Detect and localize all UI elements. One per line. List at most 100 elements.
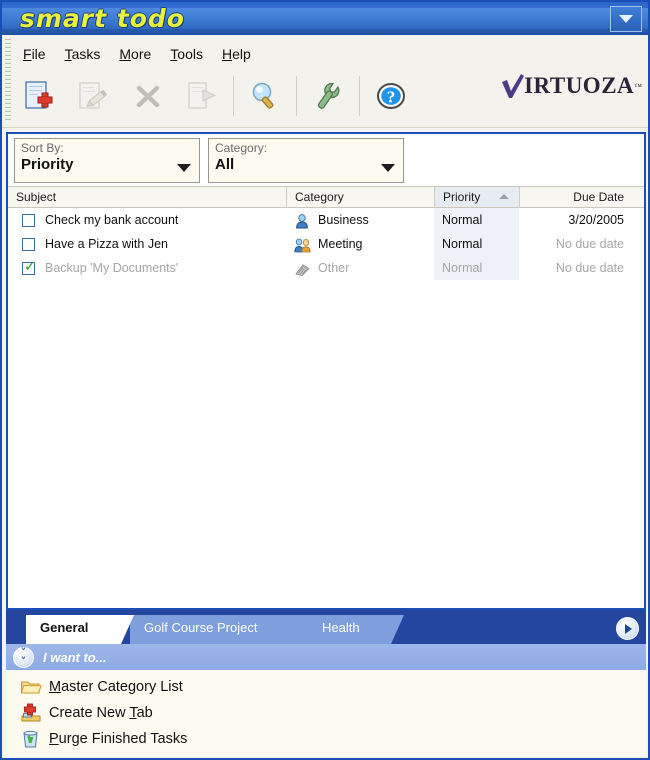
help-button[interactable]: ? <box>365 72 417 120</box>
find-button[interactable] <box>239 72 291 120</box>
row-subject-cell: Have a Pizza with Jen <box>8 232 286 256</box>
toolbar-separator <box>296 76 297 116</box>
row-category-cell: Business <box>286 208 434 232</box>
title-bar-menu-button[interactable] <box>610 6 642 32</box>
create-new-tab-action[interactable]: Create New Tab <box>20 700 646 726</box>
tab-health[interactable]: Health <box>308 615 404 644</box>
tool-bar: ? <box>14 71 417 121</box>
sort-by-dropdown[interactable]: Sort By: Priority <box>14 138 200 183</box>
column-header-subject[interactable]: Subject <box>8 187 286 207</box>
new-task-button[interactable] <box>14 72 66 120</box>
row-subject-cell: Check my bank account <box>8 208 286 232</box>
task-due-date: No due date <box>555 237 624 251</box>
row-category-cell: Other <box>286 256 434 280</box>
task-checkbox[interactable]: ✓ <box>22 258 36 275</box>
i-want-to-panel: Master Category List Create New Tab Purg… <box>6 670 646 756</box>
table-row[interactable]: Have a Pizza with Jen Meeting Normal No … <box>8 232 644 256</box>
category-dropdown[interactable]: Category: All <box>208 138 404 183</box>
tab-golf-course-project[interactable]: Golf Course Project <box>130 615 325 644</box>
purge-finished-tasks-label: Purge Finished Tasks <box>49 731 188 747</box>
delete-task-button[interactable] <box>122 72 174 120</box>
task-list-header: Subject Category Priority Due Date <box>8 186 644 208</box>
edit-task-button[interactable] <box>68 72 120 120</box>
task-subject: Backup 'My Documents' <box>45 261 179 275</box>
row-category-cell: Meeting <box>286 232 434 256</box>
v-checkmark-icon <box>500 73 526 99</box>
x-cross-icon <box>136 85 160 108</box>
i-want-to-label: I want to... <box>43 649 107 665</box>
chevron-down-icon <box>619 15 633 23</box>
menu-tools[interactable]: Tools <box>163 44 210 64</box>
task-category: Other <box>318 261 350 275</box>
task-priority: Normal <box>434 232 519 256</box>
table-row[interactable]: Check my bank account Business Normal 3/… <box>8 208 644 232</box>
main-panel: Sort By: Priority Category: All Subject … <box>6 132 646 610</box>
tab-bar: General Golf Course Project Health <box>6 610 646 644</box>
app-title: smart todo <box>20 4 185 33</box>
task-list-body: Check my bank account Business Normal 3/… <box>8 208 644 608</box>
task-due-date: No due date <box>555 261 624 275</box>
task-category: Meeting <box>318 237 363 251</box>
double-chevron-down-icon[interactable]: ˅ ˅ <box>13 646 34 668</box>
brand-name: IRTUOZA <box>524 73 635 98</box>
menu-toolbar-zone: File Tasks More Tools Help ? IRTUOZA ™ <box>2 35 648 128</box>
task-priority: Normal <box>434 256 519 280</box>
column-header-category[interactable]: Category <box>286 187 434 207</box>
question-mark-icon: ? <box>377 83 405 109</box>
person-blue-icon <box>294 213 311 228</box>
two-people-icon <box>294 237 311 252</box>
scribble-gray-icon <box>294 261 311 276</box>
tab-general[interactable]: General <box>26 615 134 644</box>
move-task-button[interactable] <box>176 72 228 120</box>
virtuoza-logo: IRTUOZA ™ <box>500 73 642 99</box>
task-category: Business <box>318 213 369 227</box>
checkmark-icon: ✓ <box>24 258 36 275</box>
trademark-symbol: ™ <box>634 81 642 91</box>
menu-file[interactable]: File <box>16 44 53 64</box>
sort-by-label: Sort By: <box>21 141 64 155</box>
column-header-due-date[interactable]: Due Date <box>519 187 644 207</box>
chevron-down-icon <box>177 164 191 172</box>
master-category-list-label: Master Category List <box>49 679 183 695</box>
i-want-to-header[interactable]: ˅ ˅ I want to... <box>6 644 646 670</box>
category-label: Category: <box>215 141 268 155</box>
column-header-priority[interactable]: Priority <box>434 187 519 207</box>
master-category-list-action[interactable]: Master Category List <box>20 674 646 700</box>
task-priority: Normal <box>434 208 519 232</box>
column-header-priority-label: Priority <box>443 190 481 204</box>
task-rows: Check my bank account Business Normal 3/… <box>8 208 644 280</box>
category-value: All <box>215 156 235 173</box>
page-plus-icon <box>25 81 53 109</box>
folder-icon <box>20 677 42 697</box>
task-checkbox[interactable] <box>22 213 35 227</box>
smart-todo-window: smart todo File Tasks More Tools Help ? … <box>0 0 650 760</box>
menu-more[interactable]: More <box>112 44 158 64</box>
wrench-icon <box>317 82 340 109</box>
title-bar: smart todo <box>2 2 648 35</box>
menu-tasks[interactable]: Tasks <box>58 44 108 64</box>
add-tab-icon <box>20 703 42 723</box>
filter-bar: Sort By: Priority Category: All <box>8 134 644 186</box>
toolbar-gripper[interactable] <box>5 39 11 123</box>
tab-strip: General Golf Course Project Health <box>6 610 646 644</box>
page-pencil-icon <box>79 82 108 109</box>
task-due-date: 3/20/2005 <box>568 213 624 227</box>
task-checkbox[interactable] <box>22 237 35 251</box>
chevron-right-icon <box>625 623 632 634</box>
options-button[interactable] <box>302 72 354 120</box>
recycle-bin-icon <box>20 729 42 749</box>
create-new-tab-label: Create New Tab <box>49 705 153 721</box>
chevron-down-icon <box>381 164 395 172</box>
sort-ascending-icon <box>499 194 509 199</box>
magnifier-icon <box>252 82 274 109</box>
menu-bar: File Tasks More Tools Help <box>16 43 258 65</box>
menu-help[interactable]: Help <box>215 44 258 64</box>
purge-finished-tasks-action[interactable]: Purge Finished Tasks <box>20 726 646 752</box>
task-subject: Have a Pizza with Jen <box>45 237 168 251</box>
tab-scroll-right-button[interactable] <box>616 617 639 640</box>
task-subject: Check my bank account <box>45 213 179 227</box>
table-row[interactable]: ✓ Backup 'My Documents' Other Normal No … <box>8 256 644 280</box>
page-arrow-icon <box>188 82 217 109</box>
row-subject-cell: ✓ Backup 'My Documents' <box>8 256 286 280</box>
sort-by-value: Priority <box>21 156 74 173</box>
